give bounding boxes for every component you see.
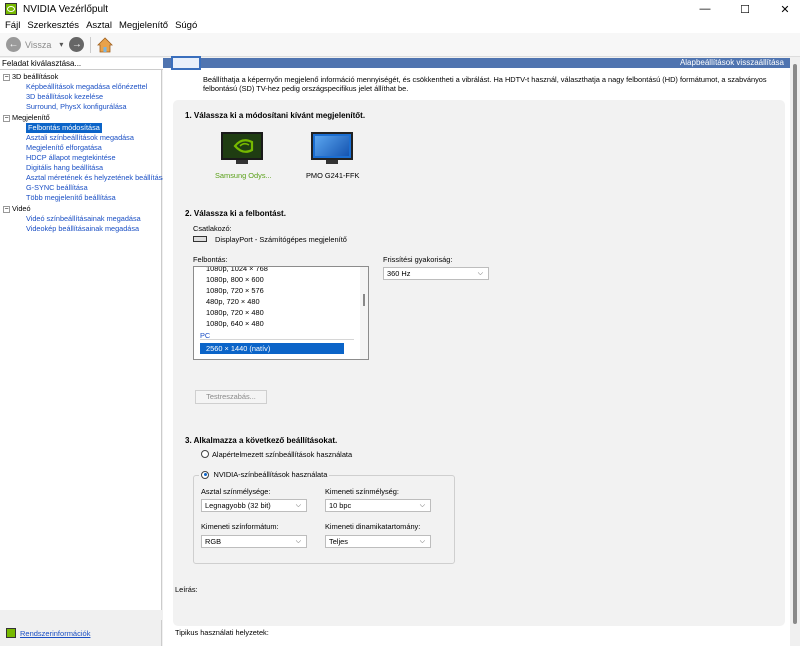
menu-file[interactable]: Fájl bbox=[5, 20, 20, 31]
nvidia-logo-icon bbox=[233, 139, 254, 153]
tree-item-video-image[interactable]: Videokép beállításainak megadása bbox=[26, 224, 139, 234]
display-samsung[interactable] bbox=[221, 132, 263, 165]
tree-item-rotate-display[interactable]: Megjelenítő elforgatása bbox=[26, 143, 102, 153]
window-title: NVIDIA Vezérlőpult bbox=[23, 3, 109, 15]
tree-item-desktop-size-position[interactable]: Asztal méretének és helyzetének beállítá… bbox=[26, 173, 166, 183]
system-info-bar: Rendszerinformációk bbox=[0, 620, 162, 646]
restore-defaults-link[interactable]: Alapbeállítások visszaállítása bbox=[680, 58, 784, 68]
radio-nvidia-colors[interactable] bbox=[201, 470, 209, 479]
output-color-format-label: Kimeneti színformátum: bbox=[201, 522, 279, 531]
desktop-color-depth-label: Asztal színmélysége: bbox=[201, 487, 271, 496]
refresh-rate-label: Frissítési gyakoriság: bbox=[383, 255, 453, 264]
system-info-icon[interactable] bbox=[6, 628, 16, 638]
tree-item-desktop-color-settings[interactable]: Asztali színbeállítások megadása bbox=[26, 133, 134, 143]
page-description: Beállíthatja a képernyőn megjelenő infor… bbox=[203, 75, 767, 93]
history-dropdown-icon[interactable]: ▾ bbox=[59, 40, 63, 49]
list-item[interactable]: 1080p, 720 × 480 bbox=[206, 307, 264, 318]
chevron-down-icon: ⌵ bbox=[295, 502, 301, 509]
maximize-button[interactable]: ☐ bbox=[730, 0, 760, 18]
tree-node-3d-settings[interactable]: −3D beállítások bbox=[0, 72, 58, 82]
menu-display[interactable]: Megjelenítő bbox=[119, 20, 168, 31]
settings-panel: 1. Válassza ki a módosítani kívánt megje… bbox=[173, 100, 785, 626]
chevron-down-icon: ⌵ bbox=[419, 538, 425, 545]
connector-value: DisplayPort - Számítógépes megjelenítő bbox=[215, 235, 347, 244]
title-bar: NVIDIA Vezérlőpult — ☐ ✕ bbox=[0, 0, 800, 18]
list-item[interactable]: 480p, 720 × 480 bbox=[206, 296, 260, 307]
chevron-down-icon: ⌵ bbox=[419, 502, 425, 509]
output-dynamic-range-select[interactable]: Teljes ⌵ bbox=[325, 535, 431, 548]
resolution-list-scrollbar[interactable] bbox=[360, 267, 368, 359]
tree-item-digital-audio[interactable]: Digitális hang beállítása bbox=[26, 163, 103, 173]
resolution-list[interactable]: 1080p, 1024 × 768 1080p, 800 × 600 1080p… bbox=[193, 266, 369, 360]
minimize-button[interactable]: — bbox=[690, 0, 720, 18]
back-button-label[interactable]: Vissza bbox=[25, 40, 51, 50]
radio-nvidia-colors-label[interactable]: NVIDIA-színbeállítások használata bbox=[214, 470, 328, 479]
nvidia-app-icon bbox=[5, 3, 17, 15]
forward-arrow-icon[interactable]: → bbox=[69, 37, 85, 52]
collapse-icon[interactable]: − bbox=[3, 205, 10, 213]
collapse-icon[interactable]: − bbox=[3, 114, 10, 122]
home-icon[interactable] bbox=[97, 36, 114, 53]
tree-node-video[interactable]: − Videó bbox=[0, 204, 31, 214]
output-color-depth-label: Kimeneti színmélység: bbox=[325, 487, 399, 496]
back-arrow-icon[interactable]: ← bbox=[6, 37, 21, 52]
tree-item-surround-physx[interactable]: Surround, PhysX konfigurálása bbox=[26, 102, 127, 112]
chevron-down-icon: ⌵ bbox=[295, 538, 301, 545]
refresh-rate-value: 360 Hz bbox=[387, 269, 411, 278]
toolbar: ← Vissza ▾ → bbox=[0, 33, 800, 57]
typical-usage-label: Tipikus használati helyzetek: bbox=[175, 628, 269, 637]
list-item[interactable]: 1080p, 720 × 576 bbox=[206, 285, 264, 296]
description-label: Leírás: bbox=[175, 585, 198, 594]
radio-default-colors[interactable] bbox=[201, 450, 209, 458]
step1-title: 1. Válassza ki a módosítani kívánt megje… bbox=[185, 111, 366, 120]
connector-label: Csatlakozó: bbox=[193, 224, 232, 233]
display-pmo-label[interactable]: PMO G241-FFK bbox=[306, 171, 359, 180]
tree-item-image-settings-preview[interactable]: Képbeállítások megadása előnézettel bbox=[26, 82, 147, 92]
resolution-label: Felbontás: bbox=[193, 255, 228, 264]
list-item-selected[interactable]: 2560 × 1440 (natív) bbox=[200, 343, 344, 354]
step3-title: 3. Alkalmazza a következő beállításokat. bbox=[185, 436, 338, 445]
header-banner: Alapbeállítások visszaállítása bbox=[163, 58, 790, 68]
main-content: Alapbeállítások visszaállítása Beállítha… bbox=[163, 56, 790, 646]
menu-help[interactable]: Súgó bbox=[175, 20, 197, 31]
tree-item-hdcp-status[interactable]: HDCP állapot megtekintése bbox=[26, 153, 116, 163]
step2-title: 2. Válassza ki a felbontást. bbox=[185, 209, 286, 218]
display-pmo[interactable] bbox=[311, 132, 353, 165]
chevron-down-icon: ⌵ bbox=[477, 270, 483, 277]
tree-item-video-color[interactable]: Videó színbeállításainak megadása bbox=[26, 214, 141, 224]
menu-bar: Fájl Szerkesztés Asztal Megjelenítő Súgó bbox=[0, 18, 800, 33]
list-item[interactable]: 1080p, 800 × 600 bbox=[206, 274, 264, 285]
display-settings-icon bbox=[171, 56, 201, 70]
tree-item-multiple-displays[interactable]: Több megjelenítő beállítása bbox=[26, 193, 116, 203]
refresh-rate-select[interactable]: 360 Hz ⌵ bbox=[383, 267, 489, 280]
output-color-format-select[interactable]: RGB ⌵ bbox=[201, 535, 307, 548]
tree-item-change-resolution[interactable]: Felbontás módosítása bbox=[26, 123, 102, 133]
main-scrollbar[interactable] bbox=[790, 58, 800, 646]
list-item[interactable]: 1080p, 640 × 480 bbox=[206, 318, 264, 329]
tree-item-gsync[interactable]: G-SYNC beállítása bbox=[26, 183, 88, 193]
close-button[interactable]: ✕ bbox=[770, 0, 800, 18]
tree-node-display[interactable]: − Megjelenítő bbox=[0, 113, 50, 123]
task-pane-header: Feladat kiválasztása... bbox=[0, 58, 163, 70]
task-tree: −3D beállítások Képbeállítások megadása … bbox=[0, 70, 166, 610]
system-info-link[interactable]: Rendszerinformációk bbox=[20, 629, 90, 638]
list-group-divider bbox=[200, 339, 354, 340]
toolbar-divider bbox=[90, 36, 92, 53]
radio-default-colors-label[interactable]: Alapértelmezett színbeállítások használa… bbox=[212, 450, 352, 459]
displayport-icon bbox=[193, 236, 207, 242]
output-color-depth-select[interactable]: 10 bpc ⌵ bbox=[325, 499, 431, 512]
display-samsung-label[interactable]: Samsung Odys... bbox=[215, 171, 272, 180]
menu-desktop[interactable]: Asztal bbox=[86, 20, 112, 31]
groupbox-legend: NVIDIA-színbeállítások használata bbox=[199, 469, 330, 479]
customize-button[interactable]: Testreszabás... bbox=[195, 390, 267, 404]
menu-edit[interactable]: Szerkesztés bbox=[27, 20, 79, 31]
collapse-icon[interactable]: − bbox=[3, 73, 10, 81]
tree-item-manage-3d-settings[interactable]: 3D beállítások kezelése bbox=[26, 92, 103, 102]
output-dynamic-range-label: Kimeneti dinamikatartomány: bbox=[325, 522, 421, 531]
desktop-color-depth-select[interactable]: Legnagyobb (32 bit) ⌵ bbox=[201, 499, 307, 512]
list-item[interactable]: 1080p, 1024 × 768 bbox=[206, 267, 268, 274]
